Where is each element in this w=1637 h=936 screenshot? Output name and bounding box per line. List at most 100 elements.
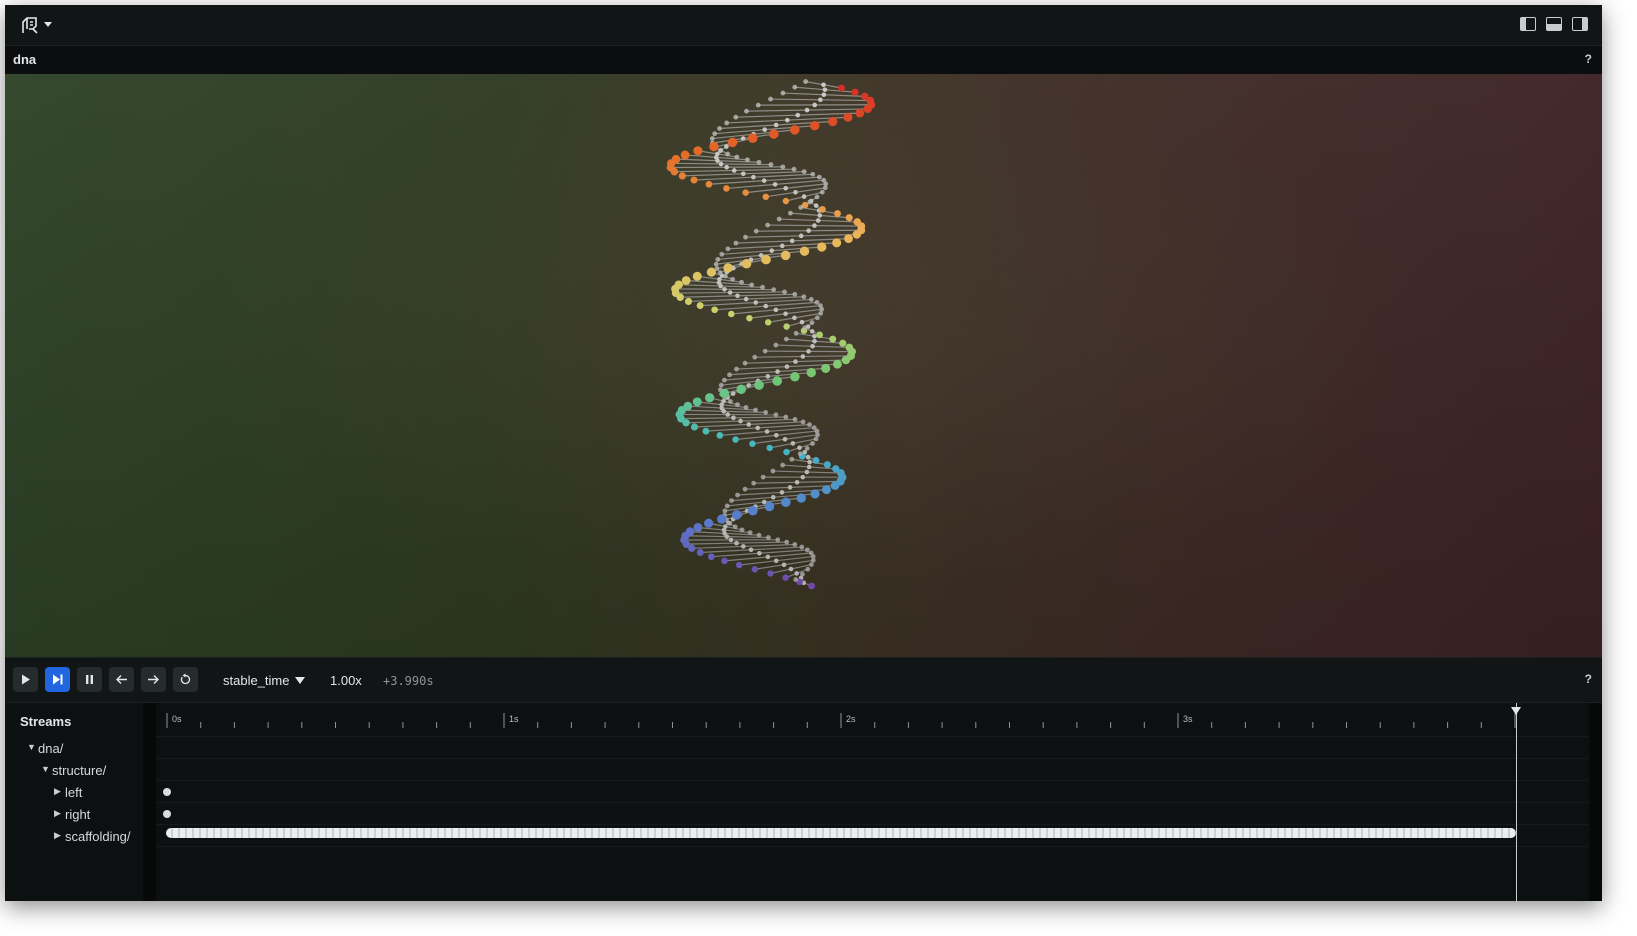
helix-bead bbox=[799, 246, 810, 256]
collapsed-triangle-icon[interactable]: ▶ bbox=[54, 830, 61, 841]
collapsed-triangle-icon[interactable]: ▶ bbox=[54, 808, 61, 819]
tree-item-dna[interactable]: ▼ dna/ bbox=[5, 738, 143, 760]
helix-rung-node bbox=[743, 296, 749, 302]
helix-inner-bead bbox=[727, 520, 733, 526]
step-forward-button[interactable] bbox=[141, 667, 166, 692]
helix-bead bbox=[855, 108, 865, 118]
bottom-panel-toggle-icon[interactable] bbox=[1546, 17, 1562, 31]
helix-bead bbox=[702, 427, 710, 435]
helix-rung-node bbox=[810, 343, 815, 349]
helix-bead bbox=[705, 393, 715, 403]
helix-bead bbox=[711, 306, 718, 314]
helix-bead bbox=[748, 505, 758, 516]
tree-item-scaffolding[interactable]: ▶ scaffolding/ bbox=[5, 826, 143, 848]
helix-rung-node bbox=[800, 354, 806, 359]
tree-item-label: scaffolding/ bbox=[65, 829, 131, 844]
loop-icon bbox=[180, 673, 191, 685]
helix-inner-bead bbox=[753, 407, 758, 413]
helix-rung-node bbox=[763, 303, 769, 309]
helix-bead bbox=[817, 242, 827, 252]
step-back-button[interactable] bbox=[109, 667, 134, 692]
helix-inner-bead bbox=[814, 299, 820, 305]
helix-bead bbox=[863, 104, 872, 114]
right-panel-toggle-icon[interactable] bbox=[1572, 17, 1588, 31]
playback-speed[interactable]: 1.00x bbox=[330, 673, 362, 688]
follow-button[interactable] bbox=[45, 667, 70, 692]
helix-bead bbox=[761, 254, 771, 265]
dna-helix-scene[interactable] bbox=[5, 74, 1602, 657]
helix-bead bbox=[762, 193, 769, 201]
helix-inner-bead bbox=[802, 325, 808, 331]
helix-inner-bead bbox=[733, 240, 739, 246]
helix-inner-bead bbox=[809, 320, 815, 326]
helix-rung-node bbox=[735, 293, 740, 299]
tree-item-right[interactable]: ▶ right bbox=[5, 804, 143, 826]
helix-inner-bead bbox=[756, 159, 762, 165]
time-ruler[interactable] bbox=[156, 703, 1589, 733]
helix-rung-node bbox=[718, 283, 723, 289]
view-header: dna ? bbox=[5, 46, 1602, 74]
timeline-name: stable_time bbox=[223, 673, 290, 688]
app-menu-button[interactable] bbox=[19, 14, 59, 36]
play-icon bbox=[22, 674, 30, 685]
loop-button[interactable] bbox=[173, 667, 198, 692]
tree-item-left[interactable]: ▶ left bbox=[5, 782, 143, 804]
helix-rung-node bbox=[781, 562, 787, 568]
helix-inner-bead bbox=[763, 410, 769, 415]
helix-bead bbox=[706, 267, 717, 277]
helix-inner-bead bbox=[797, 451, 803, 457]
helix-bead bbox=[767, 570, 774, 577]
pause-button[interactable] bbox=[77, 667, 102, 692]
expanded-triangle-icon[interactable]: ▼ bbox=[41, 764, 50, 774]
helix-inner-bead bbox=[755, 102, 761, 108]
right-event-marker[interactable] bbox=[163, 810, 171, 818]
helix-bead bbox=[716, 432, 724, 439]
helix-rung-node bbox=[793, 190, 798, 195]
helix-bead bbox=[812, 457, 820, 464]
helix-bead bbox=[688, 544, 696, 552]
helix-inner-bead bbox=[780, 462, 786, 468]
scaffolding-event-track[interactable] bbox=[166, 828, 1516, 838]
expanded-triangle-icon[interactable]: ▼ bbox=[27, 742, 36, 752]
left-panel-toggle-icon[interactable] bbox=[1520, 17, 1536, 31]
view-help-button[interactable]: ? bbox=[1585, 52, 1592, 66]
helix-rung-node bbox=[753, 300, 759, 305]
tick-label: 0s bbox=[172, 714, 182, 724]
helix-bead bbox=[749, 440, 756, 447]
collapsed-triangle-icon[interactable]: ▶ bbox=[54, 786, 61, 797]
helix-bead bbox=[806, 367, 816, 378]
time-cursor-handle[interactable] bbox=[1511, 707, 1521, 715]
helix-inner-bead bbox=[813, 436, 819, 442]
helix-bead bbox=[816, 331, 824, 339]
helix-inner-bead bbox=[780, 90, 786, 96]
helix-rung-node bbox=[728, 537, 734, 543]
tree-item-structure[interactable]: ▼ structure/ bbox=[5, 760, 143, 782]
helix-rung-node bbox=[821, 82, 826, 88]
row-divider bbox=[156, 846, 1589, 847]
helix-inner-bead bbox=[722, 508, 728, 514]
timeline-selector[interactable]: stable_time bbox=[223, 673, 306, 688]
helix-rung-node bbox=[773, 432, 779, 438]
helix-bead bbox=[705, 180, 713, 188]
helix-bead bbox=[682, 419, 690, 427]
helix-bead bbox=[829, 335, 837, 343]
helix-bead bbox=[676, 293, 684, 301]
helix-bead bbox=[808, 582, 816, 590]
helix-bead bbox=[832, 238, 842, 248]
row-divider bbox=[156, 736, 1589, 737]
left-event-marker[interactable] bbox=[163, 788, 171, 796]
3d-viewport[interactable] bbox=[5, 74, 1602, 657]
helix-rung-node bbox=[734, 540, 739, 546]
helix-rung-node bbox=[800, 474, 806, 480]
helix-bead bbox=[852, 230, 862, 239]
helix-rung-node bbox=[765, 554, 771, 560]
view-title[interactable]: dna bbox=[13, 52, 36, 67]
timeline-tracks[interactable]: 0s 1s 2s 3s bbox=[156, 703, 1589, 901]
helix-inner-bead bbox=[771, 287, 777, 293]
controls-help-button[interactable]: ? bbox=[1585, 672, 1592, 686]
helix-rung-node bbox=[724, 534, 730, 539]
time-cursor[interactable] bbox=[1516, 703, 1517, 901]
play-button[interactable] bbox=[13, 667, 38, 692]
helix-inner-bead bbox=[789, 456, 795, 462]
helix-rung-node bbox=[804, 107, 810, 113]
